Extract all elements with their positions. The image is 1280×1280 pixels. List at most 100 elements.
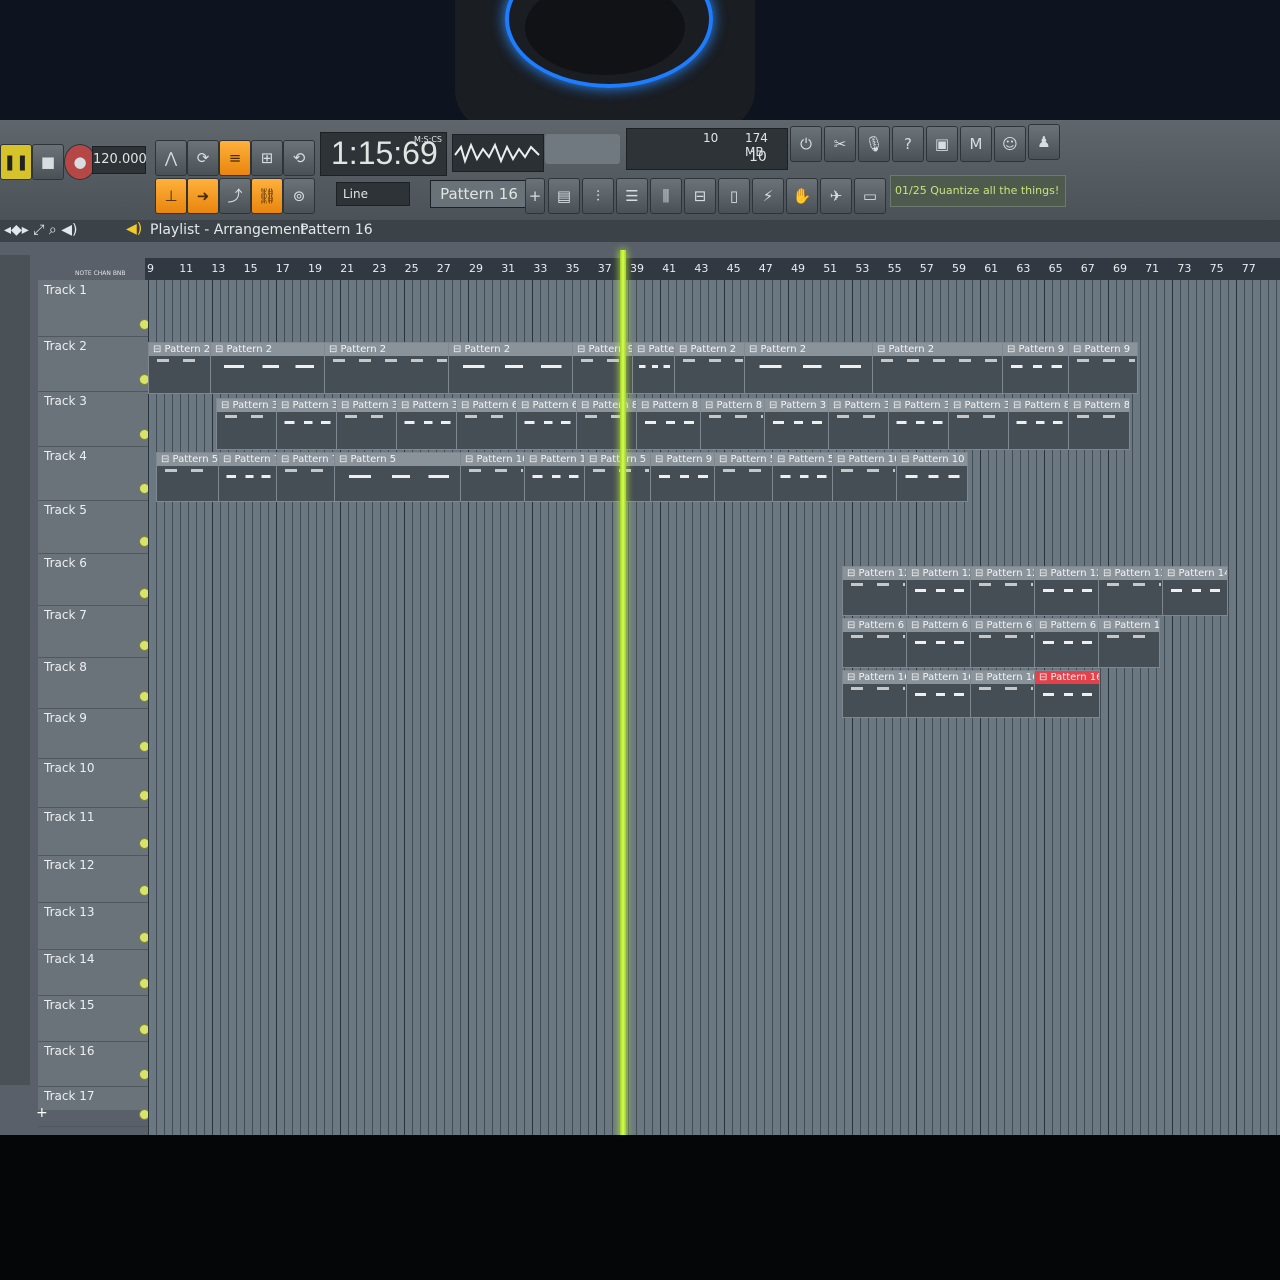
bar-number[interactable]: 51 <box>823 262 837 275</box>
piano-roll-snap-icon[interactable]: ⊥ <box>155 178 187 214</box>
bar-number[interactable]: 71 <box>1145 262 1159 275</box>
plugin-icon[interactable]: ⚡ <box>752 178 784 214</box>
bar-number[interactable]: 13 <box>211 262 225 275</box>
pattern-clip[interactable]: ⊟ Pattern 6 <box>842 618 908 668</box>
bar-number[interactable]: 19 <box>308 262 322 275</box>
pattern-clip[interactable]: ⊟ Pattern 2 <box>674 342 746 394</box>
track-header[interactable]: Track 8 <box>38 657 158 709</box>
stamp-icon[interactable]: ⊚ <box>283 178 315 214</box>
track-header[interactable]: Track 9 <box>38 708 158 759</box>
speaker-icon[interactable]: ◀) <box>126 221 142 237</box>
pattern-clip[interactable]: ⊟ Pattern 16 <box>842 670 908 718</box>
pattern-clip[interactable]: ⊟ Pattern 2 <box>324 342 450 394</box>
bar-number[interactable]: 57 <box>920 262 934 275</box>
add-track-icon[interactable]: + <box>36 1105 48 1121</box>
pattern-clip[interactable]: ⊟ Pattern 16 <box>906 670 972 718</box>
pattern-clip[interactable]: ⊟ Pattern 3 <box>828 398 890 450</box>
bar-number[interactable]: 17 <box>276 262 290 275</box>
track-header[interactable]: Track 15 <box>38 995 158 1042</box>
chat-icon[interactable]: ☺ <box>994 126 1026 162</box>
snap-selector[interactable]: Line <box>336 182 410 206</box>
bar-number[interactable]: 41 <box>662 262 676 275</box>
channel-rack-icon[interactable]: ☰ <box>616 178 648 214</box>
mixer-icon[interactable]: ⫼ <box>650 178 682 214</box>
render-icon[interactable]: M <box>960 126 992 162</box>
bar-number[interactable]: 33 <box>533 262 547 275</box>
video-icon[interactable]: ✈ <box>820 178 852 214</box>
track-header[interactable]: Track 17 <box>38 1086 158 1127</box>
track-header[interactable]: Track 7 <box>38 605 158 658</box>
bar-number[interactable]: 67 <box>1081 262 1095 275</box>
pattern-clip[interactable]: ⊟ Pattern 7 <box>218 452 278 502</box>
pattern-clip[interactable]: ⊟ Pattern 8 <box>1008 398 1070 450</box>
bar-number[interactable]: 63 <box>1016 262 1030 275</box>
project-icon[interactable]: ▯ <box>718 178 750 214</box>
pattern-clip[interactable]: ⊟ Pattern 10 <box>832 452 898 502</box>
pattern-clip[interactable]: ⊟ Pattern 3 <box>948 398 1010 450</box>
pattern-clip[interactable]: ⊟ Pattern 3 <box>396 398 458 450</box>
pattern-clip[interactable]: ⊟ Pattern 5 <box>584 452 652 502</box>
link-icon[interactable]: ⛓ <box>251 178 283 214</box>
bar-number[interactable]: 65 <box>1049 262 1063 275</box>
pattern-clip[interactable]: ⊟ Pattern 5 <box>772 452 834 502</box>
pattern-clip[interactable]: ⊟ Pattern 9 <box>650 452 716 502</box>
bar-number[interactable]: 59 <box>952 262 966 275</box>
pattern-clip[interactable]: ⊟ Pattern 9 <box>632 342 676 394</box>
stop-button[interactable]: ■ <box>32 144 64 180</box>
bar-number[interactable]: 75 <box>1210 262 1224 275</box>
view-tools-icon[interactable]: ◂◆▸ ⤢ ⌕ ◀) <box>4 222 77 238</box>
bar-number[interactable]: 43 <box>694 262 708 275</box>
pattern-clip[interactable]: ⊟ Pattern 6 <box>970 618 1036 668</box>
tempo-display[interactable]: 120.000 <box>92 146 147 174</box>
pattern-clip[interactable]: ⊟ Pattern 13 <box>1098 566 1164 616</box>
pattern-clip[interactable]: ⊟ Pattern 14 <box>1162 566 1228 616</box>
bar-number[interactable]: 77 <box>1242 262 1256 275</box>
wait-input-icon[interactable]: ⟳ <box>187 140 219 176</box>
pattern-clip[interactable]: ⊟ Pattern 2 <box>872 342 1004 394</box>
track-header[interactable]: Track 10 <box>38 758 158 808</box>
user-icon[interactable]: ♟ <box>1028 124 1060 160</box>
bar-number[interactable]: 15 <box>244 262 258 275</box>
bar-number[interactable]: 35 <box>566 262 580 275</box>
step-edit-icon[interactable]: ⊞ <box>251 140 283 176</box>
playlist-icon[interactable]: ▤ <box>548 178 580 214</box>
pattern-clip[interactable]: ⊟ Pattern 8 <box>636 398 702 450</box>
pattern-clip[interactable]: ⊟ Pattern 14 <box>1098 618 1160 668</box>
pattern-clip[interactable]: ⊟ Pattern 6 <box>456 398 518 450</box>
add-pattern-icon[interactable]: + <box>525 178 545 214</box>
track-header[interactable]: Track 16 <box>38 1041 158 1087</box>
pattern-clip[interactable]: ⊟ Pattern 16 <box>970 670 1036 718</box>
online-icon[interactable]: ⏻ <box>790 126 822 162</box>
pattern-clip[interactable]: ⊟ Pattern 7 <box>276 452 336 502</box>
track-header[interactable]: Track 2 <box>38 336 158 392</box>
pattern-clip[interactable]: ⊟ Pattern 2 <box>744 342 874 394</box>
countdown-icon[interactable]: ≡ <box>219 140 251 176</box>
loop-record-icon[interactable]: ⟲ <box>283 140 315 176</box>
help-icon[interactable]: ? <box>892 126 924 162</box>
pattern-clip[interactable]: ⊟ Pattern 12 <box>970 566 1036 616</box>
arrow-icon[interactable]: ➜ <box>187 178 219 214</box>
pattern-clip[interactable]: ⊟ Pattern 6 <box>516 398 578 450</box>
bar-number[interactable]: 31 <box>501 262 515 275</box>
bar-number[interactable]: 53 <box>855 262 869 275</box>
bar-number[interactable]: 21 <box>340 262 354 275</box>
pattern-clip[interactable]: ⊟ Pattern 3 <box>216 398 278 450</box>
pattern-clip[interactable]: ⊟ Pattern 3 <box>336 398 398 450</box>
bar-number[interactable]: 39 <box>630 262 644 275</box>
time-panel[interactable]: 1:15:69 M:S:CS <box>320 132 447 176</box>
bar-number[interactable]: 9 <box>147 262 154 275</box>
pattern-clip[interactable]: ⊟ Pattern 6 <box>1034 618 1100 668</box>
bar-number[interactable]: 73 <box>1177 262 1191 275</box>
pattern-clip[interactable]: ⊟ Pattern 6 <box>906 618 972 668</box>
pattern-clip[interactable]: ⊟ Pattern 8 <box>700 398 766 450</box>
master-level[interactable] <box>545 134 620 164</box>
pattern-clip[interactable]: ⊟ Pattern 8 <box>1068 398 1130 450</box>
pattern-clip[interactable]: ⊟ Pattern 10 <box>524 452 586 502</box>
pattern-clip[interactable]: ⊟ Pattern 3 <box>764 398 830 450</box>
pattern-clip[interactable]: ⊟ Pattern 12 <box>1034 566 1100 616</box>
mic-icon[interactable]: 🎙 <box>858 126 890 162</box>
pattern-clip[interactable]: ⊟ Pattern 9 <box>1002 342 1070 394</box>
slide-icon[interactable]: ⤴ <box>219 178 251 214</box>
pattern-clip[interactable]: ⊟ Pattern 10 <box>460 452 526 502</box>
track-header[interactable]: Track 1 <box>38 280 158 337</box>
